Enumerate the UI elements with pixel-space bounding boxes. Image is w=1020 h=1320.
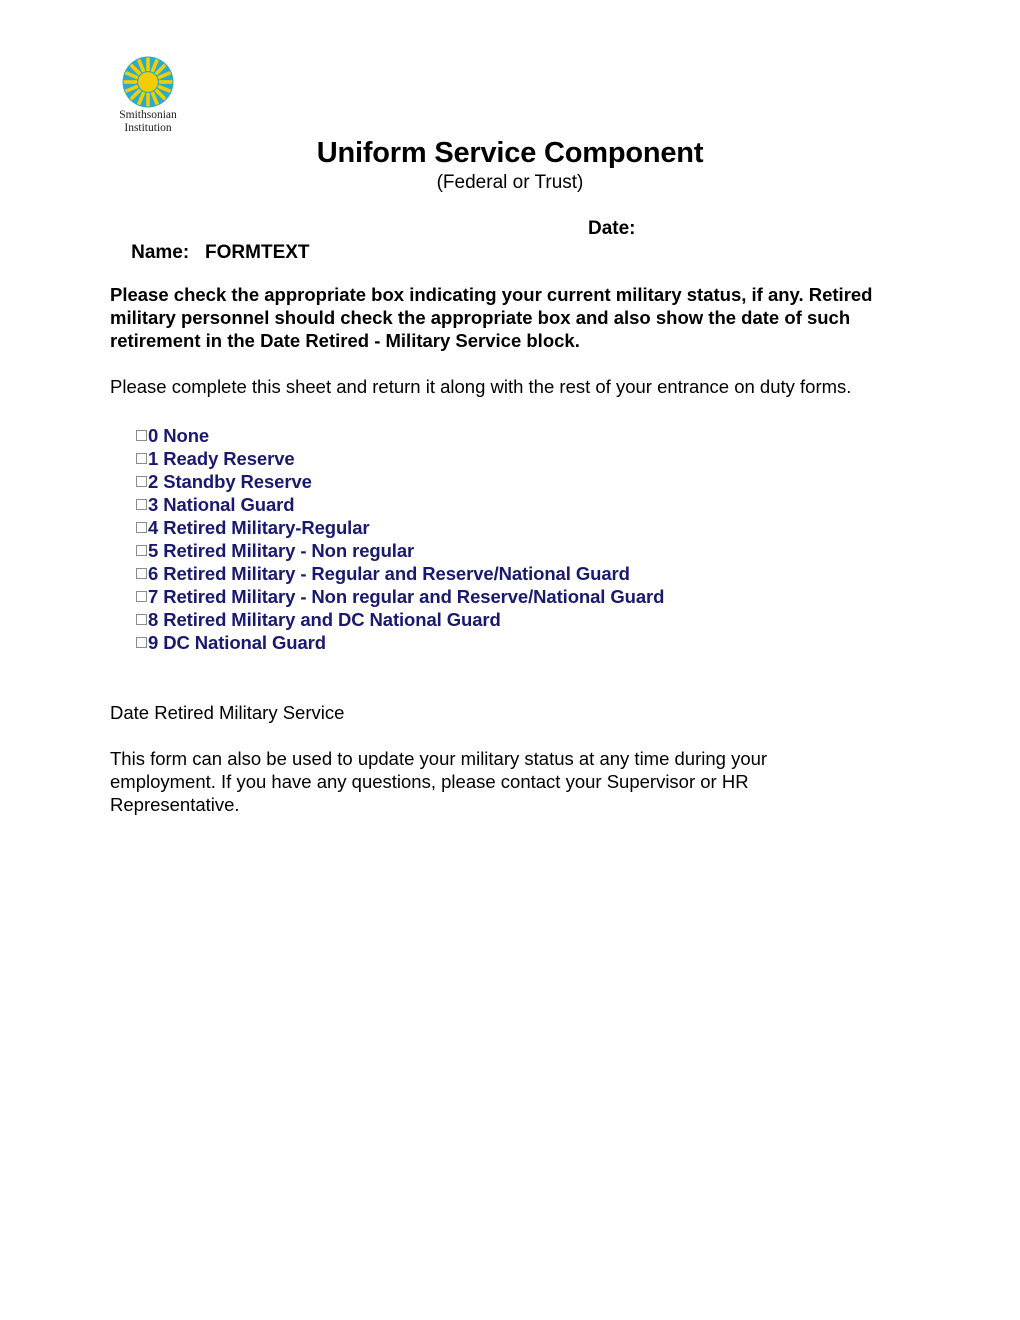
- list-item[interactable]: 1 Ready Reserve: [136, 447, 664, 470]
- checkbox-label: 5 Retired Military - Non regular: [148, 540, 415, 561]
- name-field-value[interactable]: FORMTEXT: [205, 242, 310, 263]
- checkbox-label: 0 None: [148, 425, 210, 446]
- checkbox-icon[interactable]: [136, 476, 147, 487]
- list-item[interactable]: 3 National Guard: [136, 493, 664, 516]
- footer-note-paragraph: This form can also be used to update you…: [110, 748, 768, 815]
- instructions-paragraph: Please check the appropriate box indicat…: [110, 284, 873, 351]
- list-item[interactable]: 5 Retired Military - Non regular: [136, 539, 664, 562]
- checkbox-label: 2 Standby Reserve: [148, 471, 312, 492]
- smithsonian-sunburst-icon: [122, 56, 174, 108]
- form-page: Smithsonian Institution Uniform Service …: [0, 0, 1020, 1320]
- list-item[interactable]: 6 Retired Military - Regular and Reserve…: [136, 562, 664, 585]
- title-block: Uniform Service Component (Federal or Tr…: [0, 137, 1020, 195]
- checkbox-icon[interactable]: [136, 499, 147, 510]
- checkbox-label: 8 Retired Military and DC National Guard: [148, 609, 501, 630]
- page-title: Uniform Service Component: [316, 137, 704, 169]
- list-item[interactable]: 2 Standby Reserve: [136, 470, 664, 493]
- checkbox-label: 3 National Guard: [148, 494, 295, 515]
- wordmark-line-1: Smithsonian: [119, 109, 177, 121]
- checkbox-icon[interactable]: [136, 430, 147, 441]
- checkbox-icon[interactable]: [136, 545, 147, 556]
- list-item[interactable]: 4 Retired Military-Regular: [136, 516, 664, 539]
- military-status-checklist: 0 None 1 Ready Reserve 2 Standby Reserve…: [136, 424, 664, 654]
- checkbox-label: 6 Retired Military - Regular and Reserve…: [148, 563, 630, 584]
- checkbox-icon[interactable]: [136, 568, 147, 579]
- date-retired-label: Date Retired Military Service: [110, 702, 345, 723]
- wordmark-line-2: Institution: [124, 122, 172, 134]
- smithsonian-logo: Smithsonian Institution: [98, 56, 198, 135]
- checkbox-label: 7 Retired Military - Non regular and Res…: [148, 586, 665, 607]
- checkbox-label: 9 DC National Guard: [148, 632, 326, 653]
- smithsonian-wordmark: Smithsonian Institution: [98, 109, 198, 135]
- checkbox-label: 4 Retired Military-Regular: [148, 517, 370, 538]
- page-subtitle: (Federal or Trust): [436, 172, 584, 193]
- list-item[interactable]: 0 None: [136, 424, 664, 447]
- checkbox-icon[interactable]: [136, 522, 147, 533]
- date-label: Date:: [588, 218, 636, 239]
- checkbox-label: 1 Ready Reserve: [148, 448, 295, 469]
- list-item[interactable]: 9 DC National Guard: [136, 631, 664, 654]
- list-item[interactable]: 8 Retired Military and DC National Guard: [136, 608, 664, 631]
- checkbox-icon[interactable]: [136, 591, 147, 602]
- checkbox-icon[interactable]: [136, 614, 147, 625]
- checkbox-icon[interactable]: [136, 453, 147, 464]
- list-item[interactable]: 7 Retired Military - Non regular and Res…: [136, 585, 664, 608]
- name-label: Name:: [131, 242, 190, 263]
- complete-sheet-paragraph: Please complete this sheet and return it…: [110, 376, 852, 397]
- checkbox-icon[interactable]: [136, 637, 147, 648]
